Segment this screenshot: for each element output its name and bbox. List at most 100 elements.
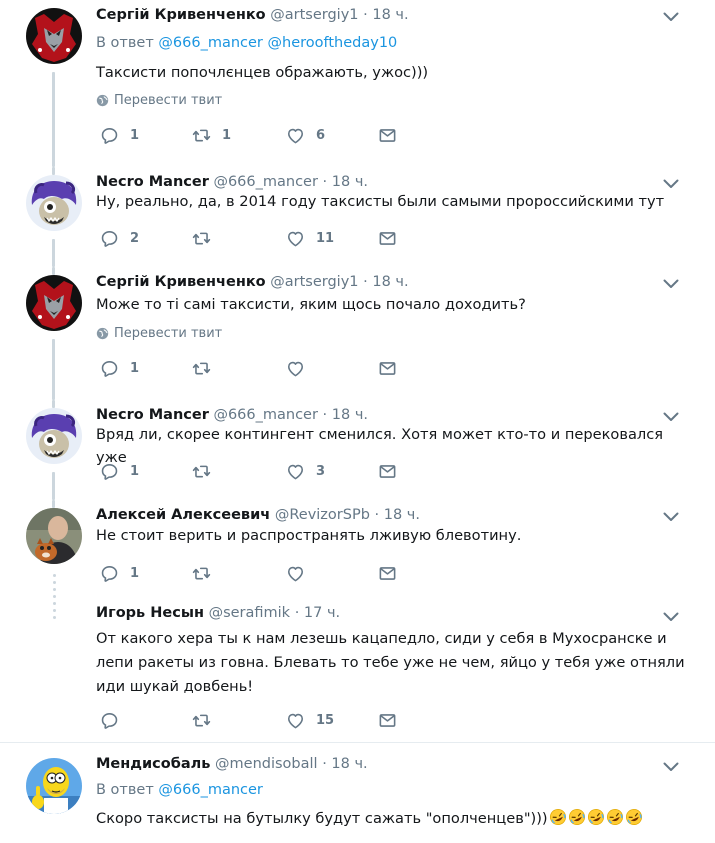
username[interactable]: @serafimik [209, 605, 291, 621]
chevron-down-icon[interactable] [663, 762, 679, 772]
username[interactable]: @artsergiy1 [270, 7, 358, 23]
thread-connector-line [52, 72, 55, 167]
display-name[interactable]: Necro Mancer [96, 407, 209, 423]
tweet-header: Сергій Кривенченко @artsergiy1 · 18 ч. [96, 274, 409, 290]
thread-connector-line [52, 167, 55, 175]
retweet-icon [192, 711, 211, 730]
rolling-on-floor-laughing-emoji [587, 808, 605, 826]
display-name[interactable]: Игорь Несын [96, 605, 204, 621]
thread-connector-line [52, 267, 55, 275]
display-name[interactable]: Necro Mancer [96, 174, 209, 190]
like-button[interactable]: 6 [286, 125, 325, 145]
tweet[interactable]: Сергій Кривенченко @artsergiy1 · 18 ч. В… [0, 0, 715, 167]
chevron-down-icon[interactable] [663, 279, 679, 289]
tweet-text: Скоро таксисты на бутылку будут сажать "… [96, 810, 548, 827]
mention-link[interactable]: @herooftheday10 [268, 35, 398, 51]
retweet-button[interactable] [192, 228, 222, 248]
timestamp[interactable]: 18 ч. [384, 507, 420, 523]
direct-message-button[interactable] [378, 461, 397, 481]
reply-button[interactable]: 1 [100, 461, 139, 481]
like-button[interactable] [286, 563, 316, 583]
reply-button[interactable]: 2 [100, 228, 139, 248]
timestamp[interactable]: 18 ч. [332, 174, 368, 190]
avatar[interactable] [26, 8, 82, 64]
reply-icon [100, 359, 119, 378]
like-button[interactable]: 15 [286, 710, 334, 730]
tweet-header: Игорь Несын @serafimik · 17 ч. [96, 605, 340, 621]
separator-dot: · [363, 7, 368, 23]
heart-icon [286, 462, 305, 481]
thread-gap-dots [53, 602, 56, 623]
retweet-button[interactable] [192, 710, 222, 730]
heart-icon [286, 564, 305, 583]
reply-count: 1 [130, 463, 140, 479]
tweet[interactable]: Necro Mancer @666_mancer · 18 ч. Вряд ли… [0, 400, 715, 500]
direct-message-button[interactable] [378, 563, 397, 583]
reply-button[interactable]: 1 [100, 125, 139, 145]
mention-link[interactable]: @666_mancer [158, 782, 262, 798]
timestamp[interactable]: 18 ч. [372, 7, 408, 23]
chevron-down-icon[interactable] [663, 12, 679, 22]
separator-dot: · [374, 507, 380, 523]
tweet-text: Може то ті самі таксисти, яким щось поча… [96, 296, 526, 313]
like-button[interactable]: 11 [286, 228, 334, 248]
avatar[interactable] [26, 175, 82, 231]
display-name[interactable]: Мендисобаль [96, 756, 210, 772]
tweet-text: Ну, реально, да, в 2014 году таксисты бы… [96, 193, 665, 210]
retweet-button[interactable] [192, 461, 222, 481]
reply-button[interactable]: 1 [100, 563, 139, 583]
translate-link[interactable]: Перевести твит [96, 326, 222, 341]
reply-context: В ответ @666_mancer [96, 782, 263, 798]
retweet-button[interactable] [192, 563, 222, 583]
chevron-down-icon[interactable] [663, 412, 679, 422]
reply-button[interactable]: 1 [100, 358, 139, 378]
timestamp[interactable]: 18 ч. [372, 274, 408, 290]
chevron-down-icon[interactable] [663, 512, 679, 522]
direct-message-button[interactable] [378, 358, 397, 378]
tweet[interactable]: Игорь Несын @serafimik · 17 ч. От какого… [0, 600, 715, 743]
reply-icon [100, 564, 119, 583]
avatar[interactable] [26, 508, 82, 564]
display-name[interactable]: Сергій Кривенченко [96, 7, 266, 23]
display-name[interactable]: Сергій Кривенченко [96, 274, 266, 290]
tweet[interactable]: Алексей Алексеевич @RevizorSPb · 18 ч. Н… [0, 500, 715, 600]
reply-count: 1 [130, 565, 140, 581]
envelope-icon [378, 711, 397, 730]
rolling-on-floor-laughing-emoji [625, 808, 643, 826]
rolling-on-floor-laughing-emoji [606, 808, 624, 826]
thread-connector-line [52, 239, 55, 267]
username[interactable]: @666_mancer [213, 407, 317, 423]
tweet[interactable]: Necro Mancer @666_mancer · 18 ч. Ну, реа… [0, 167, 715, 267]
reply-button[interactable] [100, 710, 130, 730]
display-name[interactable]: Алексей Алексеевич [96, 507, 270, 523]
retweet-button[interactable] [192, 358, 222, 378]
avatar[interactable] [26, 758, 82, 814]
mention-link[interactable]: @666_mancer [158, 35, 262, 51]
username[interactable]: @mendisoball [215, 756, 318, 772]
tweet[interactable]: Мендисобаль @mendisoball · 18 ч. В ответ… [0, 752, 715, 843]
chevron-down-icon[interactable] [663, 179, 679, 189]
avatar[interactable] [26, 408, 82, 464]
direct-message-button[interactable] [378, 228, 397, 248]
like-button[interactable] [286, 358, 316, 378]
tweet-text: От какого хера ты к нам лезешь кацапедло… [96, 630, 685, 695]
username[interactable]: @artsergiy1 [270, 274, 358, 290]
tweet[interactable]: Сергій Кривенченко @artsergiy1 · 18 ч. М… [0, 267, 715, 400]
avatar[interactable] [26, 275, 82, 331]
direct-message-button[interactable] [378, 710, 397, 730]
heart-icon [286, 359, 305, 378]
chevron-down-icon[interactable] [663, 612, 679, 622]
reply-context: В ответ @666_mancer @herooftheday10 [96, 35, 397, 51]
translate-link[interactable]: Перевести твит [96, 93, 222, 108]
envelope-icon [378, 229, 397, 248]
globe-icon [96, 327, 109, 340]
timestamp[interactable]: 17 ч. [304, 605, 340, 621]
username[interactable]: @RevizorSPb [275, 507, 370, 523]
direct-message-button[interactable] [378, 125, 397, 145]
username[interactable]: @666_mancer [213, 174, 317, 190]
heart-icon [286, 711, 305, 730]
timestamp[interactable]: 18 ч. [332, 407, 368, 423]
timestamp[interactable]: 18 ч. [331, 756, 367, 772]
like-button[interactable]: 3 [286, 461, 325, 481]
retweet-button[interactable]: 1 [192, 125, 231, 145]
